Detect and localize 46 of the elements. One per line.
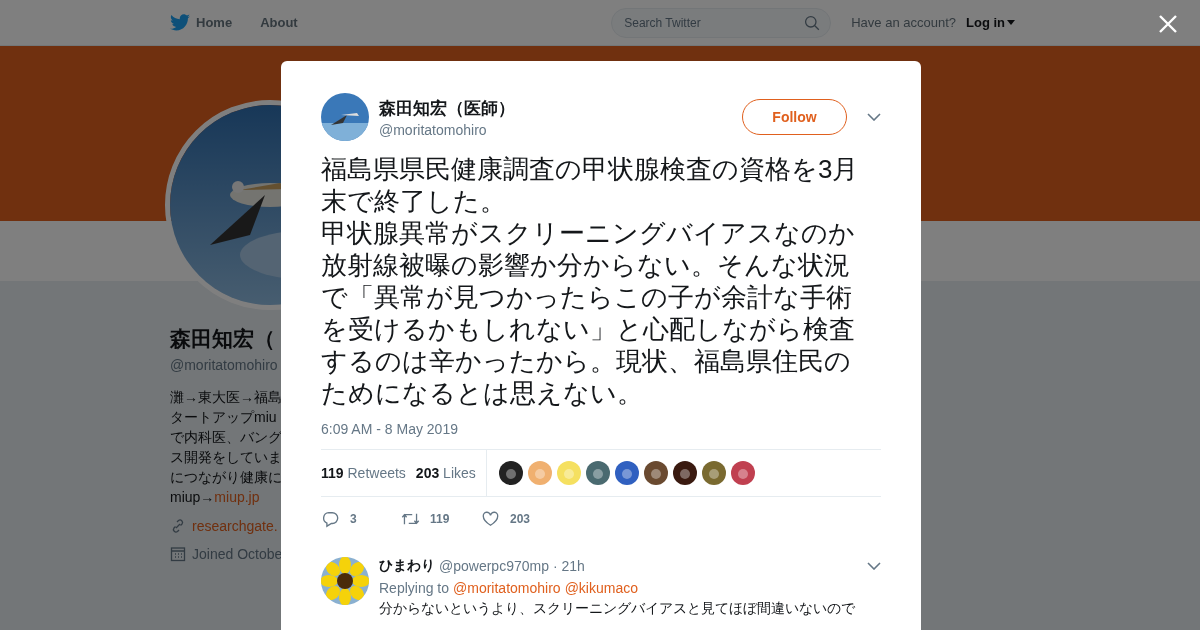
joined-date: Joined Octobe [192, 546, 283, 562]
bio-text: miup→miup.jp [170, 488, 261, 507]
author-name: 森田知宏（医師） [379, 97, 516, 120]
bio-text: ス開発をしていま [170, 448, 281, 467]
nav-link[interactable]: About [260, 15, 298, 30]
nav-link[interactable]: Home [170, 14, 233, 31]
caret-icon [1007, 20, 1015, 25]
stat-link[interactable]: 203 Likes [415, 465, 476, 481]
account-prompt: Have an account? [851, 15, 956, 30]
tweet-timestamp[interactable]: 6:09 AM - 8 May 2019 [321, 421, 881, 437]
chevron-down-icon[interactable] [867, 113, 881, 121]
mention-link[interactable]: @kikumaco [564, 580, 638, 596]
close-button[interactable] [1158, 14, 1178, 34]
replying-to-label: Replying to [379, 580, 450, 596]
reply-author-name: ひまわり [379, 557, 435, 575]
user-avatar[interactable] [643, 461, 668, 485]
heart-icon [481, 510, 500, 528]
link-icon [170, 518, 186, 534]
search-field[interactable]: Search Twitter [611, 7, 832, 38]
user-avatar[interactable] [672, 461, 697, 485]
action-button[interactable]: 119 [401, 510, 451, 528]
tweet-text: 甲状腺異常がスクリーニングバイアスなのか放射線被曝の影響か分からない。そんな状況で「異常が見つかったらこの子が余計な手術を受けるかもしれない」と心配しながら検査するのは辛かったから。現状、福島県住民のためになるとは思えない。 [321, 217, 856, 409]
mention-link[interactable]: @moritatomohiro [453, 580, 561, 596]
action-button[interactable]: 3 [321, 510, 371, 528]
action-button[interactable]: 203 [481, 510, 531, 528]
bio-text: タートアップmiu [170, 408, 278, 427]
profile-name: 森田知宏（ [170, 326, 276, 352]
comment-icon [321, 510, 340, 528]
login-link[interactable]: Log in [966, 15, 1015, 30]
chevron-down-icon[interactable] [867, 562, 881, 570]
bio-text: につながり健康に [170, 468, 281, 487]
user-avatar[interactable] [498, 461, 523, 485]
tweet-text: 福島県県民健康調査の甲状腺検査の資格を3月末で終了した。 [321, 153, 860, 217]
reply-author-handle: @powerpc970mp [439, 558, 549, 574]
reply-time[interactable]: · 21h [552, 558, 585, 574]
follow-button[interactable]: Follow [742, 99, 847, 135]
calendar-icon [170, 546, 186, 562]
bird-logo-icon [170, 14, 190, 31]
profile-handle: @moritatomohiro [170, 357, 279, 373]
close-icon [1158, 14, 1178, 34]
bio-text: 灘→東大医→福島 [170, 388, 281, 407]
reply-text: 分からないというより、スクリーニングバイアスと見てほぼ間違いないので [379, 599, 856, 617]
search-icon [804, 14, 821, 31]
author-handle: @moritatomohiro [379, 121, 488, 138]
stat-link[interactable]: 119 Retweets [321, 465, 406, 481]
bio-text: で内科医、バング [170, 428, 281, 447]
